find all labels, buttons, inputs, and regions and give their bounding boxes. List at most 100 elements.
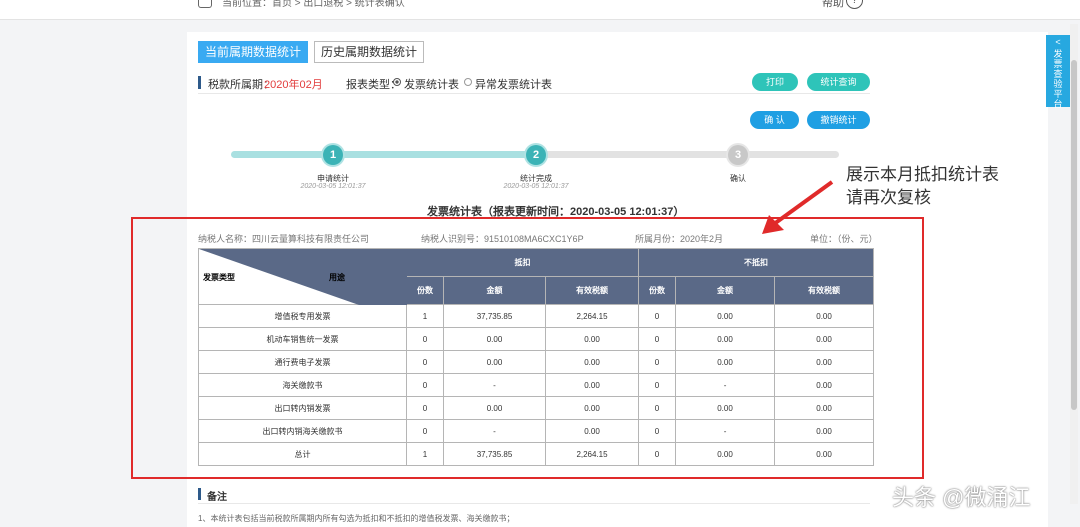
table-cell: 0.00 [675, 442, 776, 466]
table-row: 增值税专用发票 1 37,735.85 2,264.15 0 0.00 0.00 [198, 304, 875, 328]
table-cell: 0.00 [675, 327, 776, 351]
column-header: 金额 [443, 276, 546, 305]
column-header: 金额 [675, 276, 776, 305]
taxpayer-id: 纳税人识别号：91510108MA6CXC1Y6P [421, 234, 584, 244]
top-bar: 当前位置：首页 > 出口退税 > 统计表确认 帮助 ? [0, 0, 1080, 20]
invoice-type-cell: 增值税专用发票 [198, 304, 407, 328]
table-cell: 1 [406, 304, 444, 328]
invoice-verify-side-tab[interactable]: < 发票查验平台 [1046, 35, 1070, 109]
table-cell: 0.00 [544, 327, 640, 351]
divider [198, 503, 870, 504]
table-cell: 2,264.15 [544, 304, 640, 328]
table-cell: 0.00 [544, 419, 640, 443]
table-cell: 2,264.15 [544, 442, 640, 466]
unit-label: 单位：（份、元） [810, 234, 878, 244]
table-cell: 0.00 [774, 350, 875, 374]
table-cell: 0 [406, 350, 444, 374]
tab-current-period[interactable]: 当前属期数据统计 [198, 41, 308, 63]
radio-invoice-stats-label[interactable]: 发票统计表 [404, 76, 459, 92]
table-corner-header: 发票类型 用途 [198, 248, 407, 305]
progress-track-todo [537, 151, 839, 158]
period-month: 所属月份：2020年2月 [635, 234, 724, 244]
annotation-line-1: 展示本月抵扣统计表 [846, 165, 999, 184]
watermark: 头条 @微涌江 [892, 485, 1031, 510]
table-cell: 0 [638, 327, 677, 351]
remarks-text: 1、本统计表包括当前税款所属期内所有勾选为抵扣和不抵扣的增值税发票、海关缴款书； [198, 514, 515, 523]
table-cell: 0.00 [774, 419, 875, 443]
table-cell: 0 [406, 327, 444, 351]
section-marker [198, 488, 201, 500]
table-cell: 0.00 [774, 327, 875, 351]
progress-track-done [231, 151, 537, 158]
invoice-stats-table: 发票类型 用途 抵扣 不抵扣 份数 金额 有效税额 份数 金额 有效税额 增值税专用发票 1… [198, 248, 875, 466]
column-header: 份数 [406, 276, 444, 305]
invoice-type-cell: 出口转内销发票 [198, 396, 407, 420]
column-header: 有效税额 [774, 276, 875, 305]
table-cell: 37,735.85 [443, 304, 546, 328]
remarks-title: 备注 [207, 492, 227, 503]
table-cell: 0.00 [774, 373, 875, 397]
table-cell: 0.00 [443, 396, 546, 420]
step-3-circle: 3 [728, 145, 748, 165]
table-row: 通行费电子发票 0 0.00 0.00 0 0.00 0.00 [198, 350, 875, 374]
chevron-left-icon: < [1055, 37, 1061, 47]
scrollbar-thumb[interactable] [1071, 60, 1077, 410]
cancel-stats-button[interactable]: 撤销统计 [807, 111, 870, 129]
table-cell: 0.00 [443, 350, 546, 374]
corner-left-label: 发票类型 [203, 273, 235, 282]
confirm-button[interactable]: 确 认 [750, 111, 799, 129]
table-cell: - [675, 419, 776, 443]
table-cell: 0.00 [675, 396, 776, 420]
breadcrumb: 当前位置：首页 > 出口退税 > 统计表确认 [222, 0, 405, 9]
table-cell: - [443, 419, 546, 443]
step-1-time: 2020-03-05 12:01:37 [300, 183, 366, 190]
group-header-non-deduct: 不抵扣 [638, 248, 875, 277]
table-row: 海关缴款书 0-0.00 0-0.00 [198, 373, 875, 397]
corner-right-label: 用途 [329, 273, 345, 282]
table-cell: 0.00 [443, 327, 546, 351]
table-cell: 0.00 [774, 442, 875, 466]
radio-abnormal-invoice-stats[interactable] [464, 78, 472, 86]
side-tab-label: 发票查验平台 [1053, 49, 1063, 109]
column-header: 份数 [638, 276, 677, 305]
table-cell: 0.00 [544, 350, 640, 374]
invoice-type-cell: 出口转内销海关缴款书 [198, 419, 407, 443]
column-header: 有效税额 [544, 276, 640, 305]
help-link[interactable]: 帮助 [822, 0, 844, 10]
table-cell: 0.00 [544, 373, 640, 397]
table-cell: - [675, 373, 776, 397]
home-icon[interactable] [198, 0, 212, 8]
invoice-type-cell: 通行费电子发票 [198, 350, 407, 374]
step-2-time: 2020-03-05 12:01:37 [503, 183, 569, 190]
table-cell: 0 [638, 396, 677, 420]
table-cell: 0 [638, 350, 677, 374]
table-row: 总计 1 37,735.85 2,264.15 0 0.00 0.00 [198, 442, 875, 466]
table-cell: 0 [638, 442, 677, 466]
table-cell: 0 [406, 396, 444, 420]
table-cell: 0.00 [544, 396, 640, 420]
radio-invoice-stats[interactable] [393, 78, 401, 86]
table-cell: 0.00 [774, 304, 875, 328]
invoice-type-cell: 海关缴款书 [198, 373, 407, 397]
table-row: 出口转内销发票 0 0.00 0.00 0 0.00 0.00 [198, 396, 875, 420]
table-row: 机动车销售统一发票 0 0.00 0.00 0 0.00 0.00 [198, 327, 875, 351]
table-cell: 1 [406, 442, 444, 466]
annotation-line-2: 请再次复核 [846, 188, 931, 207]
table-cell: 0 [638, 373, 677, 397]
group-header-deduct: 抵扣 [405, 248, 640, 277]
table-cell: 0 [638, 304, 677, 328]
table-cell: 0.00 [675, 350, 776, 374]
taxpayer-name: 纳税人名称：四川云量算科技有限责任公司 [198, 234, 370, 244]
table-cell: 0 [406, 419, 444, 443]
tab-history-period[interactable]: 历史属期数据统计 [314, 41, 424, 63]
table-cell: - [443, 373, 546, 397]
help-icon[interactable]: ? [846, 0, 863, 9]
print-button[interactable]: 打印 [752, 73, 798, 91]
stats-query-button[interactable]: 统计查询 [807, 73, 870, 91]
invoice-type-cell: 机动车销售统一发票 [198, 327, 407, 351]
table-cell: 0.00 [675, 304, 776, 328]
divider [198, 93, 870, 94]
radio-abnormal-invoice-stats-label[interactable]: 异常发票统计表 [475, 76, 552, 92]
invoice-type-cell: 总计 [198, 442, 407, 466]
annotation-arrow-icon [762, 180, 834, 234]
